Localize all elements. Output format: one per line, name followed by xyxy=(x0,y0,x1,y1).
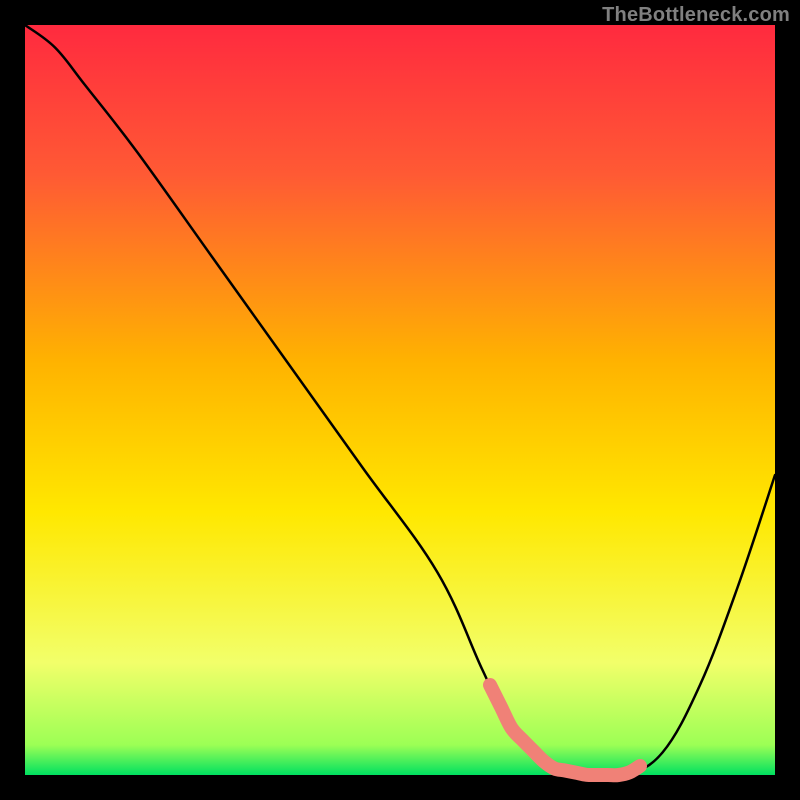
bottleneck-chart-svg xyxy=(0,0,800,800)
chart-stage: TheBottleneck.com xyxy=(0,0,800,800)
gradient-panel xyxy=(25,25,775,775)
